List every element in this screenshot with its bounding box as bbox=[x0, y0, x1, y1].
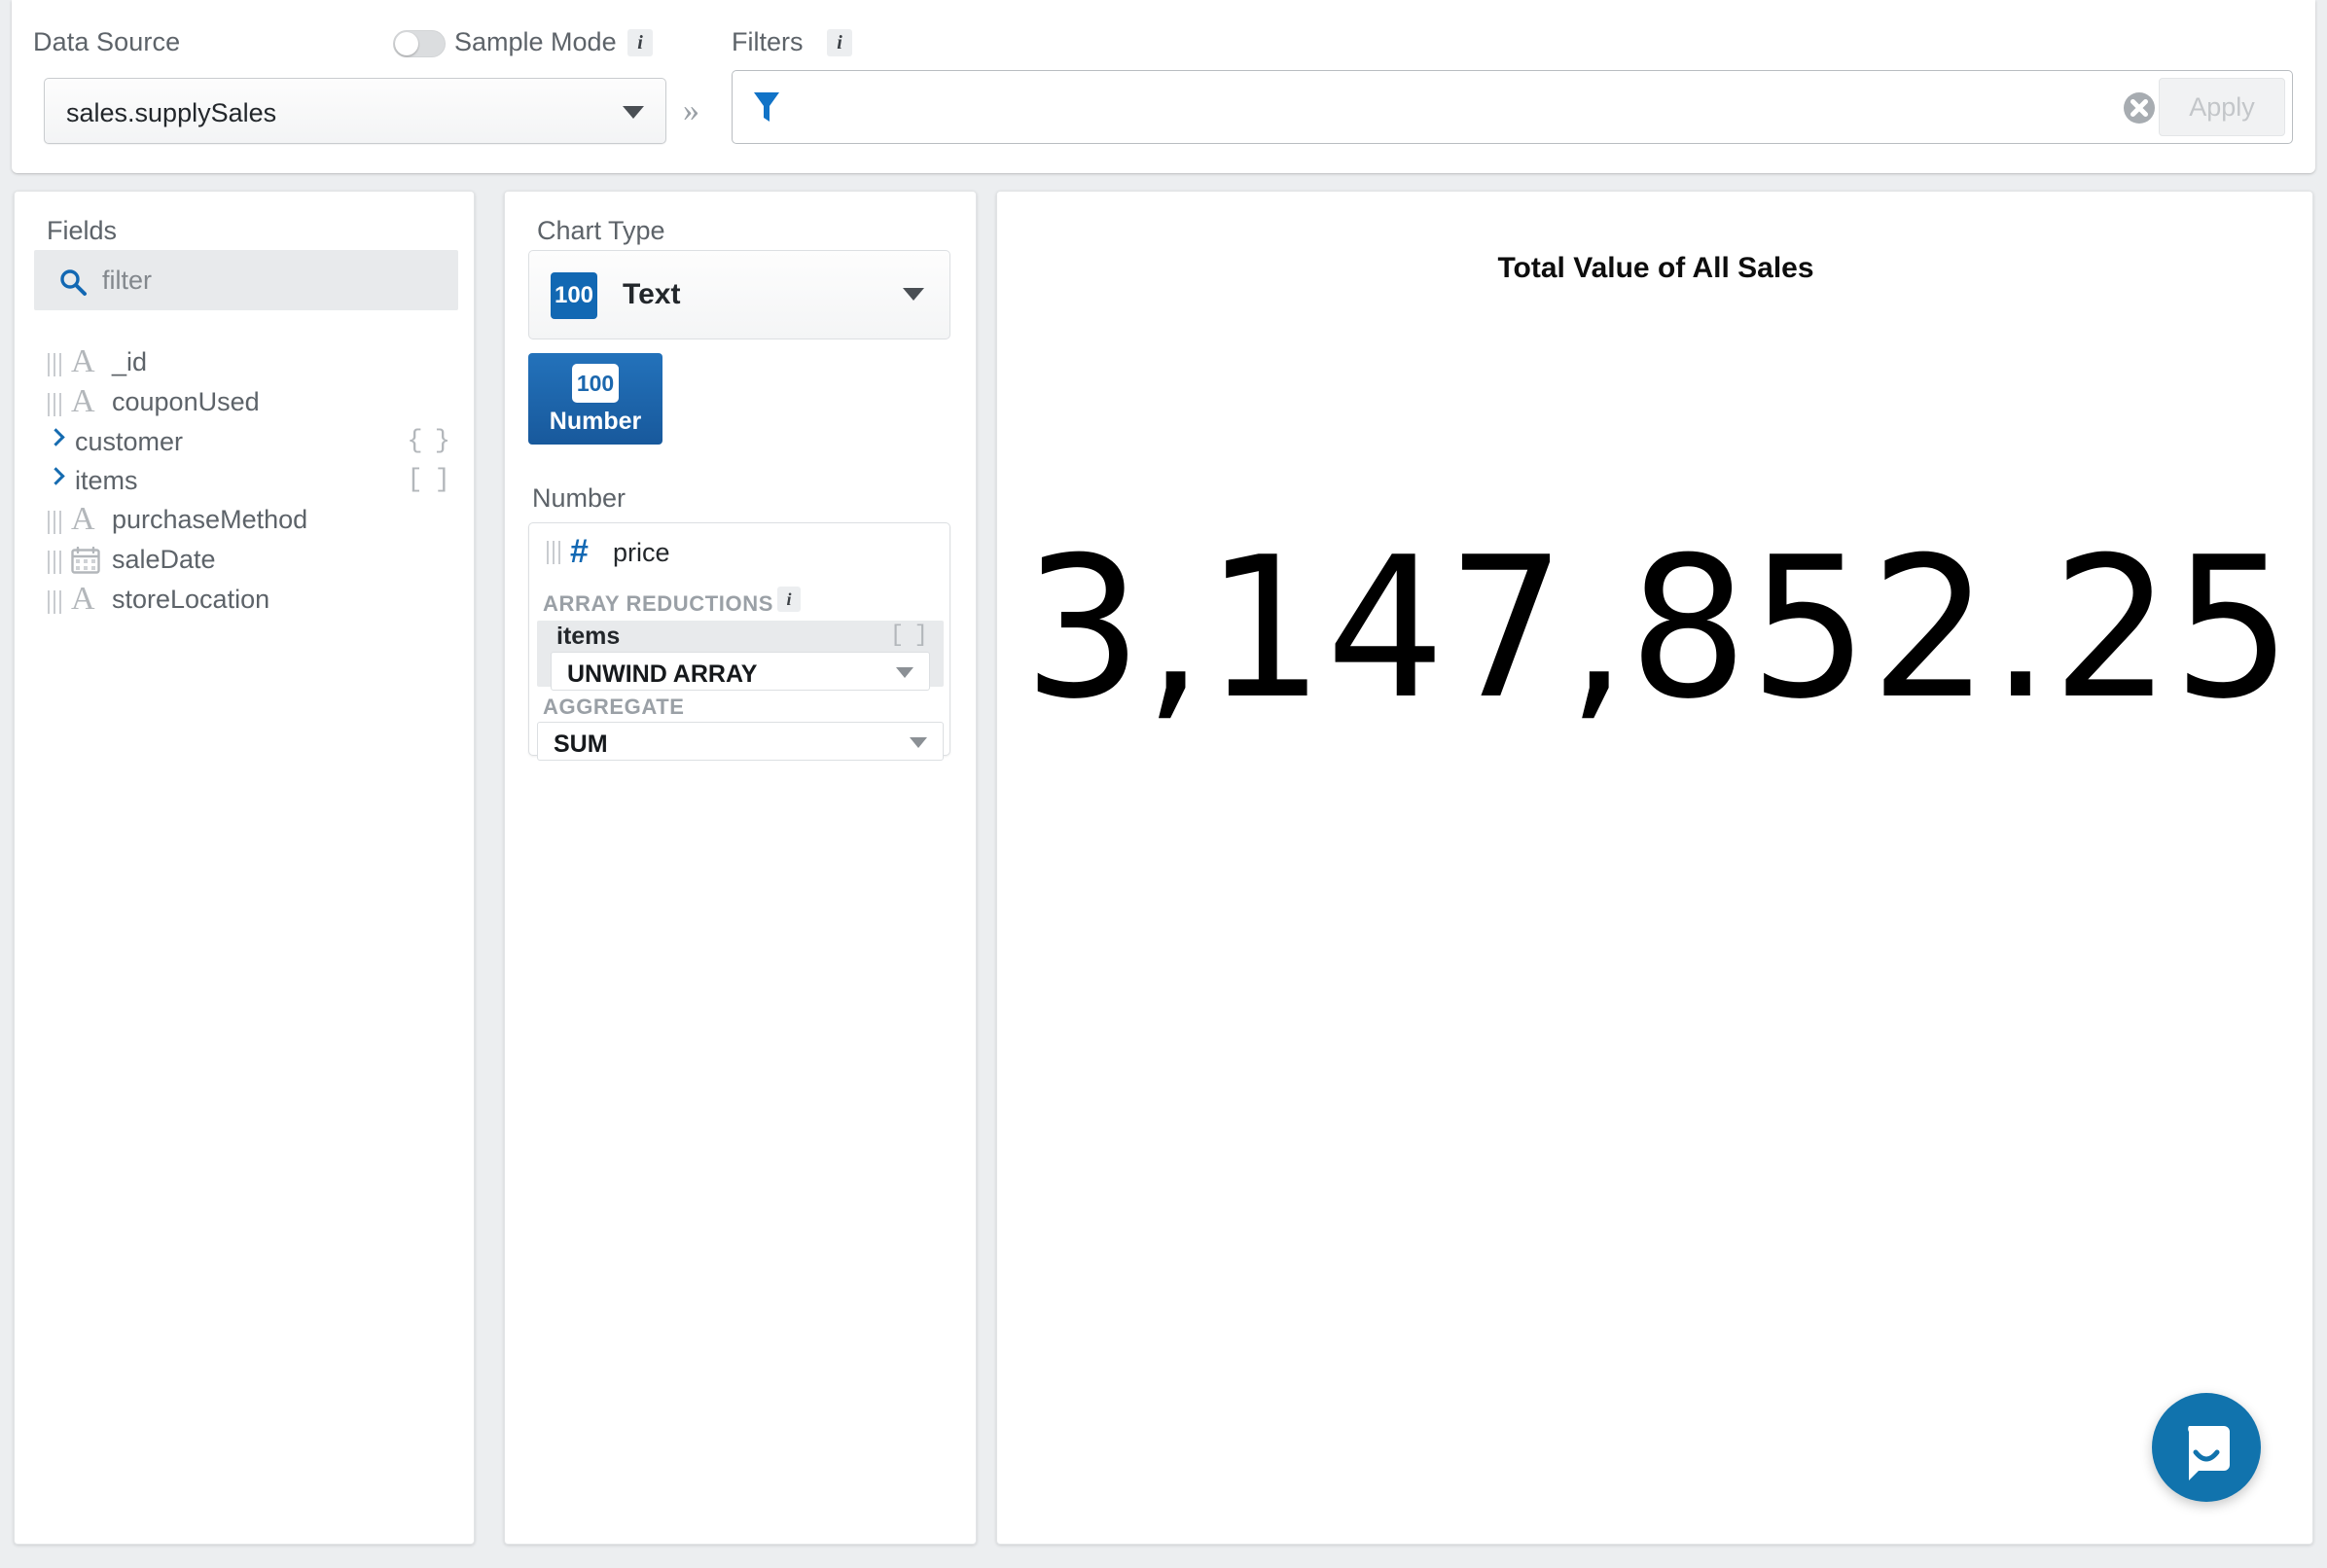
messenger-launcher-button[interactable] bbox=[2152, 1393, 2261, 1502]
field-filter-placeholder: filter bbox=[102, 266, 152, 296]
sample-mode-toggle[interactable] bbox=[393, 30, 446, 57]
number-badge-icon: 100 bbox=[572, 364, 619, 403]
chat-bubble-icon bbox=[2152, 1393, 2261, 1502]
aggregate-value: SUM bbox=[554, 731, 608, 759]
chart-subtype-label: Number bbox=[528, 408, 662, 436]
chevron-down-icon bbox=[623, 106, 644, 119]
encoding-channel-box: # price ARRAY REDUCTIONS i items [ ] UNW… bbox=[528, 522, 950, 756]
number-badge-icon: 100 bbox=[551, 272, 597, 319]
chevron-down-icon bbox=[910, 737, 927, 748]
encoded-field-price[interactable]: # price bbox=[529, 529, 951, 578]
apply-button[interactable]: Apply bbox=[2159, 78, 2285, 136]
array-reduction-field-label: items bbox=[556, 623, 620, 651]
data-source-label: Data Source bbox=[33, 27, 180, 57]
number-type-icon: # bbox=[570, 533, 589, 571]
filters-input[interactable]: Apply bbox=[732, 70, 2293, 144]
encoded-field-label: price bbox=[613, 538, 670, 568]
sample-mode-label: Sample Mode bbox=[454, 27, 617, 57]
number-chart-value: 3,147,852.25 bbox=[1023, 532, 2288, 727]
field-label: storeLocation bbox=[112, 585, 269, 615]
chart-subtype-number-tile[interactable]: 100 Number bbox=[528, 353, 662, 445]
filters-label: Filters bbox=[732, 27, 804, 57]
chart-type-panel: Chart Type 100 Text 100 Number Number # … bbox=[504, 191, 977, 1545]
data-source-value: sales.supplySales bbox=[66, 98, 276, 128]
sample-mode-info-icon[interactable]: i bbox=[627, 29, 653, 56]
chevron-down-icon bbox=[896, 667, 913, 678]
field-item-storelocation[interactable]: A storeLocation bbox=[15, 571, 476, 629]
visualization-panel: Total Value of All Sales 3,147,852.25 bbox=[996, 191, 2313, 1545]
array-type-icon: [ ] bbox=[890, 623, 926, 649]
drag-handle-icon[interactable] bbox=[48, 590, 63, 614]
chart-type-select[interactable]: 100 Text bbox=[528, 250, 950, 339]
array-reduction-value: UNWIND ARRAY bbox=[567, 660, 757, 689]
top-toolbar: Data Source Sample Mode i Filters i sale… bbox=[12, 0, 2315, 173]
array-reduction-row: items [ ] UNWIND ARRAY bbox=[537, 621, 944, 687]
encoding-channel-title: Number bbox=[532, 483, 626, 514]
string-type-icon: A bbox=[71, 581, 95, 618]
chart-type-value: Text bbox=[623, 278, 680, 311]
chevron-down-icon bbox=[903, 288, 924, 301]
chart-type-title: Chart Type bbox=[537, 216, 665, 246]
fields-panel: Fields filter A _id A couponUsed custome… bbox=[14, 191, 475, 1545]
array-reduction-select[interactable]: UNWIND ARRAY bbox=[551, 652, 930, 691]
fields-panel-title: Fields bbox=[47, 216, 117, 246]
aggregate-label: AGGREGATE bbox=[543, 695, 685, 720]
field-filter-input[interactable]: filter bbox=[34, 250, 458, 310]
drag-handle-icon[interactable] bbox=[547, 541, 562, 564]
data-source-select[interactable]: sales.supplySales bbox=[44, 78, 666, 144]
chart-title: Total Value of All Sales bbox=[997, 252, 2314, 285]
search-icon bbox=[58, 267, 88, 302]
array-reductions-label: ARRAY REDUCTIONS bbox=[543, 591, 773, 617]
array-reductions-info-icon[interactable]: i bbox=[777, 587, 801, 612]
filters-info-icon[interactable]: i bbox=[827, 29, 852, 56]
double-chevron-icon: » bbox=[683, 92, 699, 129]
clear-filters-icon[interactable] bbox=[2122, 90, 2157, 130]
chevron-right-icon[interactable] bbox=[47, 428, 64, 445]
chevron-right-icon[interactable] bbox=[47, 467, 64, 484]
toggle-knob bbox=[395, 32, 418, 55]
funnel-icon bbox=[752, 89, 781, 132]
aggregate-select[interactable]: SUM bbox=[537, 722, 944, 761]
